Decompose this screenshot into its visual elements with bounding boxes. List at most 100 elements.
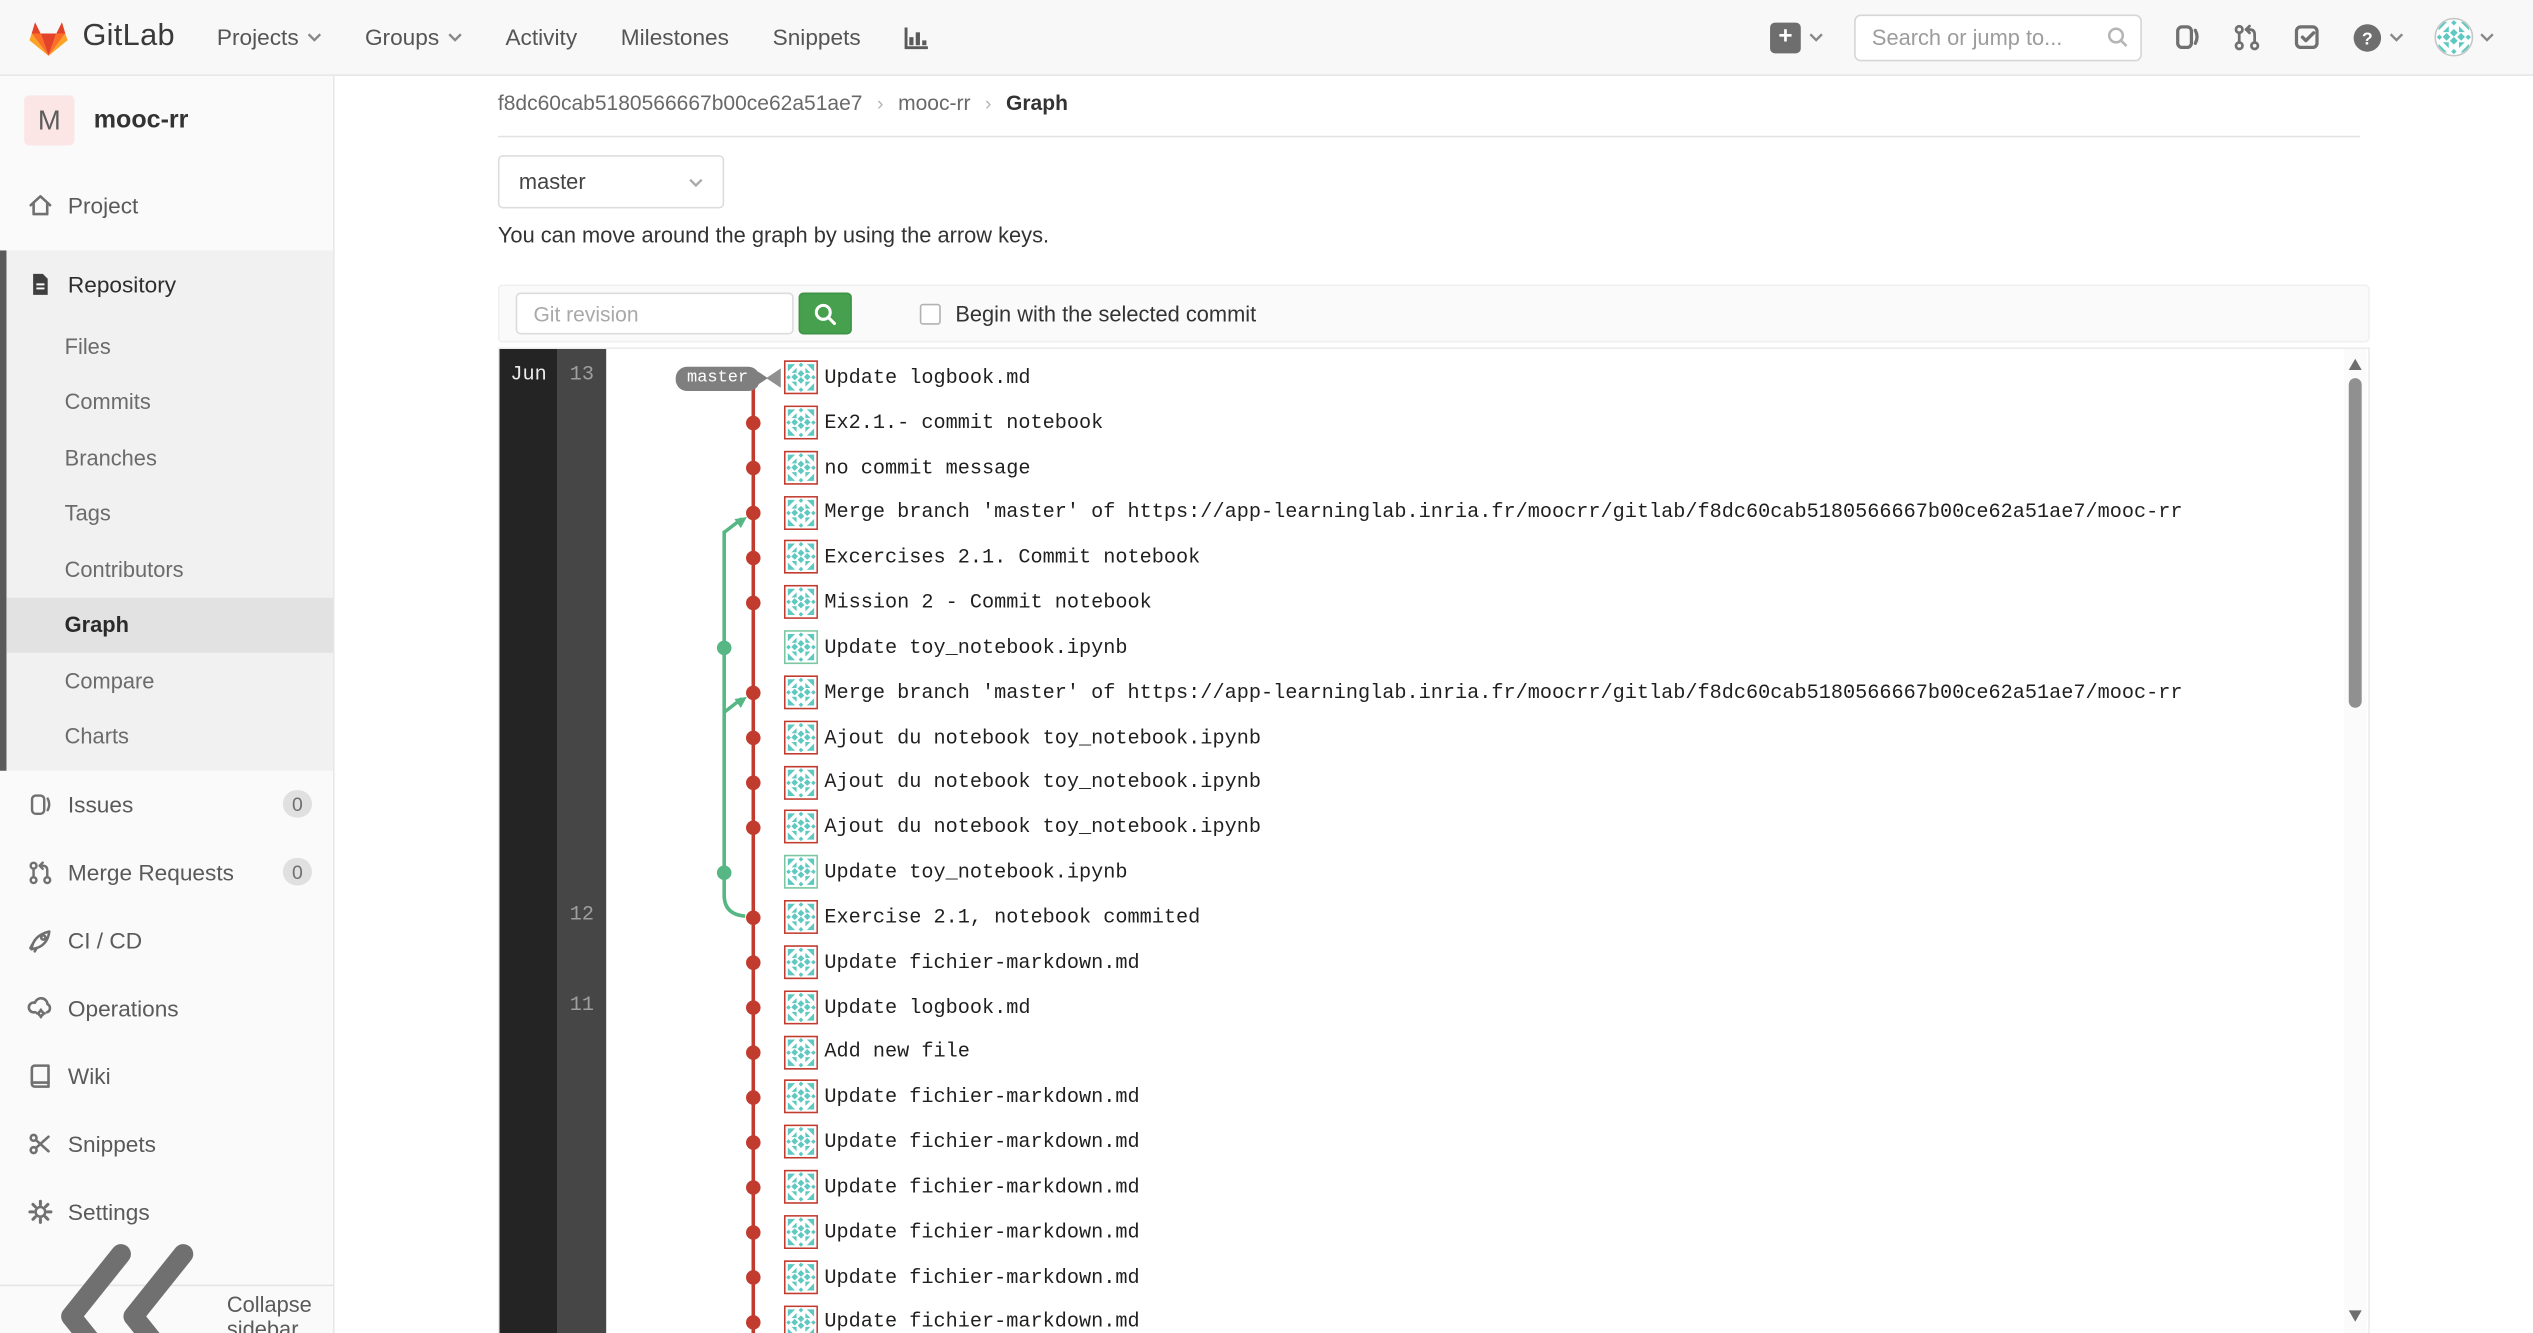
commit-message[interactable]: Update fichier-markdown.md [824, 1176, 1139, 1199]
main-content: f8dc60cab5180566667b00ce62a51ae7 › mooc-… [335, 76, 2533, 1333]
commit-message[interactable]: Ajout du notebook toy_notebook.ipynb [824, 816, 1261, 839]
analytics-icon[interactable] [904, 25, 930, 49]
revision-search-button[interactable] [799, 292, 852, 334]
breadcrumb-namespace[interactable]: f8dc60cab5180566667b00ce62a51ae7 [498, 90, 863, 114]
commit-message[interactable]: Update toy_notebook.ipynb [824, 861, 1127, 884]
commit-dot[interactable] [746, 1045, 761, 1060]
chevron-down-icon [1809, 32, 1824, 42]
commit-message[interactable]: Add new file [824, 1041, 970, 1064]
user-menu-button[interactable] [2434, 18, 2494, 57]
issues-icon [27, 792, 53, 818]
git-revision-input[interactable] [516, 292, 794, 334]
commit-message[interactable]: Update fichier-markdown.md [824, 1086, 1139, 1109]
commit-message[interactable]: Mission 2 - Commit notebook [824, 592, 1151, 615]
new-menu-button[interactable]: + [1770, 22, 1823, 53]
sidebar-item-project[interactable]: Project [0, 175, 333, 236]
commit-dot[interactable] [746, 1135, 761, 1150]
sidebar-item-snippets[interactable]: Snippets [0, 1110, 333, 1178]
commit-dot[interactable] [746, 731, 761, 746]
identicon-avatar [786, 587, 817, 618]
commit-message[interactable]: Ajout du notebook toy_notebook.ipynb [824, 727, 1261, 750]
sidebar-item-wiki[interactable]: Wiki [0, 1042, 333, 1110]
gitlab-logo[interactable]: GitLab [27, 17, 174, 57]
commit-message[interactable]: Merge branch 'master' of https://app-lea… [824, 682, 2182, 705]
sidebar-item-commits[interactable]: Commits [6, 374, 333, 430]
sidebar-item-cicd[interactable]: CI / CD [0, 906, 333, 974]
nav-activity[interactable]: Activity [505, 24, 577, 50]
collapse-sidebar-button[interactable]: Collapse sidebar [0, 1286, 333, 1333]
commit-dot[interactable] [746, 596, 761, 611]
commit-dot[interactable] [746, 416, 761, 431]
chevron-down-icon [2389, 32, 2404, 42]
commit-message[interactable]: Update toy_notebook.ipynb [824, 637, 1127, 660]
scrollbar-thumb[interactable] [2349, 378, 2362, 708]
sidebar-item-graph[interactable]: Graph [6, 597, 333, 653]
commit-dot[interactable] [746, 1090, 761, 1105]
commit-message[interactable]: Ajout du notebook toy_notebook.ipynb [824, 771, 1261, 794]
sidebar-item-merge-requests[interactable]: Merge Requests 0 [0, 839, 333, 907]
nav-milestones[interactable]: Milestones [621, 24, 729, 50]
commit-dot[interactable] [746, 1180, 761, 1195]
commit-author-avatar [784, 360, 818, 394]
commit-dot[interactable] [746, 821, 761, 836]
commit-dot[interactable] [746, 686, 761, 701]
commit-dot[interactable] [746, 955, 761, 970]
nav-projects[interactable]: Projects [217, 24, 321, 50]
commit-message[interactable]: Ex2.1.- commit notebook [824, 412, 1103, 435]
commit-dot[interactable] [746, 776, 761, 791]
commit-dot[interactable] [746, 1000, 761, 1015]
commit-message[interactable]: Merge branch 'master' of https://app-lea… [824, 502, 2182, 525]
breadcrumb-project[interactable]: mooc-rr [898, 90, 970, 114]
sidebar-item-tags[interactable]: Tags [6, 486, 333, 542]
commit-dot[interactable] [746, 461, 761, 476]
merge-requests-nav-button[interactable] [2232, 23, 2261, 52]
graph-scrollbar[interactable] [2344, 349, 2367, 1333]
sidebar-item-charts[interactable]: Charts [6, 709, 333, 765]
breadcrumb-separator: › [985, 91, 991, 114]
gear-icon [27, 1199, 53, 1225]
sidebar-item-settings[interactable]: Settings [0, 1178, 333, 1246]
sidebar-item-operations[interactable]: Operations [0, 974, 333, 1042]
commit-dot[interactable] [746, 506, 761, 521]
scroll-up-arrow[interactable] [2349, 359, 2362, 370]
branch-selector[interactable]: master [498, 155, 724, 208]
issues-nav-button[interactable] [2173, 23, 2202, 52]
book-icon [27, 1063, 53, 1089]
commit-dot[interactable] [717, 865, 732, 880]
begin-with-commit-checkbox[interactable] [920, 303, 941, 324]
commit-author-avatar [784, 1305, 818, 1333]
search-input[interactable] [1854, 14, 2142, 61]
commit-message[interactable]: Excercises 2.1. Commit notebook [824, 547, 1200, 570]
commit-message[interactable]: Update logbook.md [824, 996, 1030, 1019]
commit-dot[interactable] [717, 641, 732, 656]
commit-message[interactable]: no commit message [824, 457, 1030, 480]
commit-dot[interactable] [746, 1315, 761, 1330]
commit-message[interactable]: Update logbook.md [824, 367, 1030, 390]
identicon-avatar [786, 1037, 817, 1068]
help-menu-button[interactable]: ? [2352, 22, 2404, 53]
branch-ref-tag[interactable]: master [676, 366, 760, 390]
todos-nav-button[interactable] [2292, 23, 2321, 52]
sidebar-item-compare[interactable]: Compare [6, 653, 333, 709]
commit-dot[interactable] [746, 910, 761, 925]
commit-message[interactable]: Update fichier-markdown.md [824, 1266, 1139, 1289]
commit-dot[interactable] [746, 1225, 761, 1240]
sidebar-item-files[interactable]: Files [6, 318, 333, 374]
commit-dot[interactable] [746, 1270, 761, 1285]
commit-message[interactable]: Update fichier-markdown.md [824, 1131, 1139, 1154]
nav-groups[interactable]: Groups [365, 24, 462, 50]
sidebar-item-branches[interactable]: Branches [6, 430, 333, 486]
commit-message[interactable]: Update fichier-markdown.md [824, 951, 1139, 974]
commit-message[interactable]: Update fichier-markdown.md [824, 1221, 1139, 1244]
sidebar-item-contributors[interactable]: Contributors [6, 541, 333, 597]
project-header[interactable]: M mooc-rr [0, 76, 333, 145]
nav-snippets[interactable]: Snippets [773, 24, 861, 50]
sidebar-item-repository[interactable]: Repository [6, 250, 333, 318]
commit-author-avatar [784, 495, 818, 529]
scroll-down-arrow[interactable] [2349, 1310, 2362, 1321]
brand-name: GitLab [82, 19, 174, 55]
commit-dot[interactable] [746, 551, 761, 566]
commit-message[interactable]: Update fichier-markdown.md [824, 1311, 1139, 1333]
commit-message[interactable]: Exercise 2.1, notebook commited [824, 906, 1200, 929]
sidebar-item-issues[interactable]: Issues 0 [0, 771, 333, 839]
